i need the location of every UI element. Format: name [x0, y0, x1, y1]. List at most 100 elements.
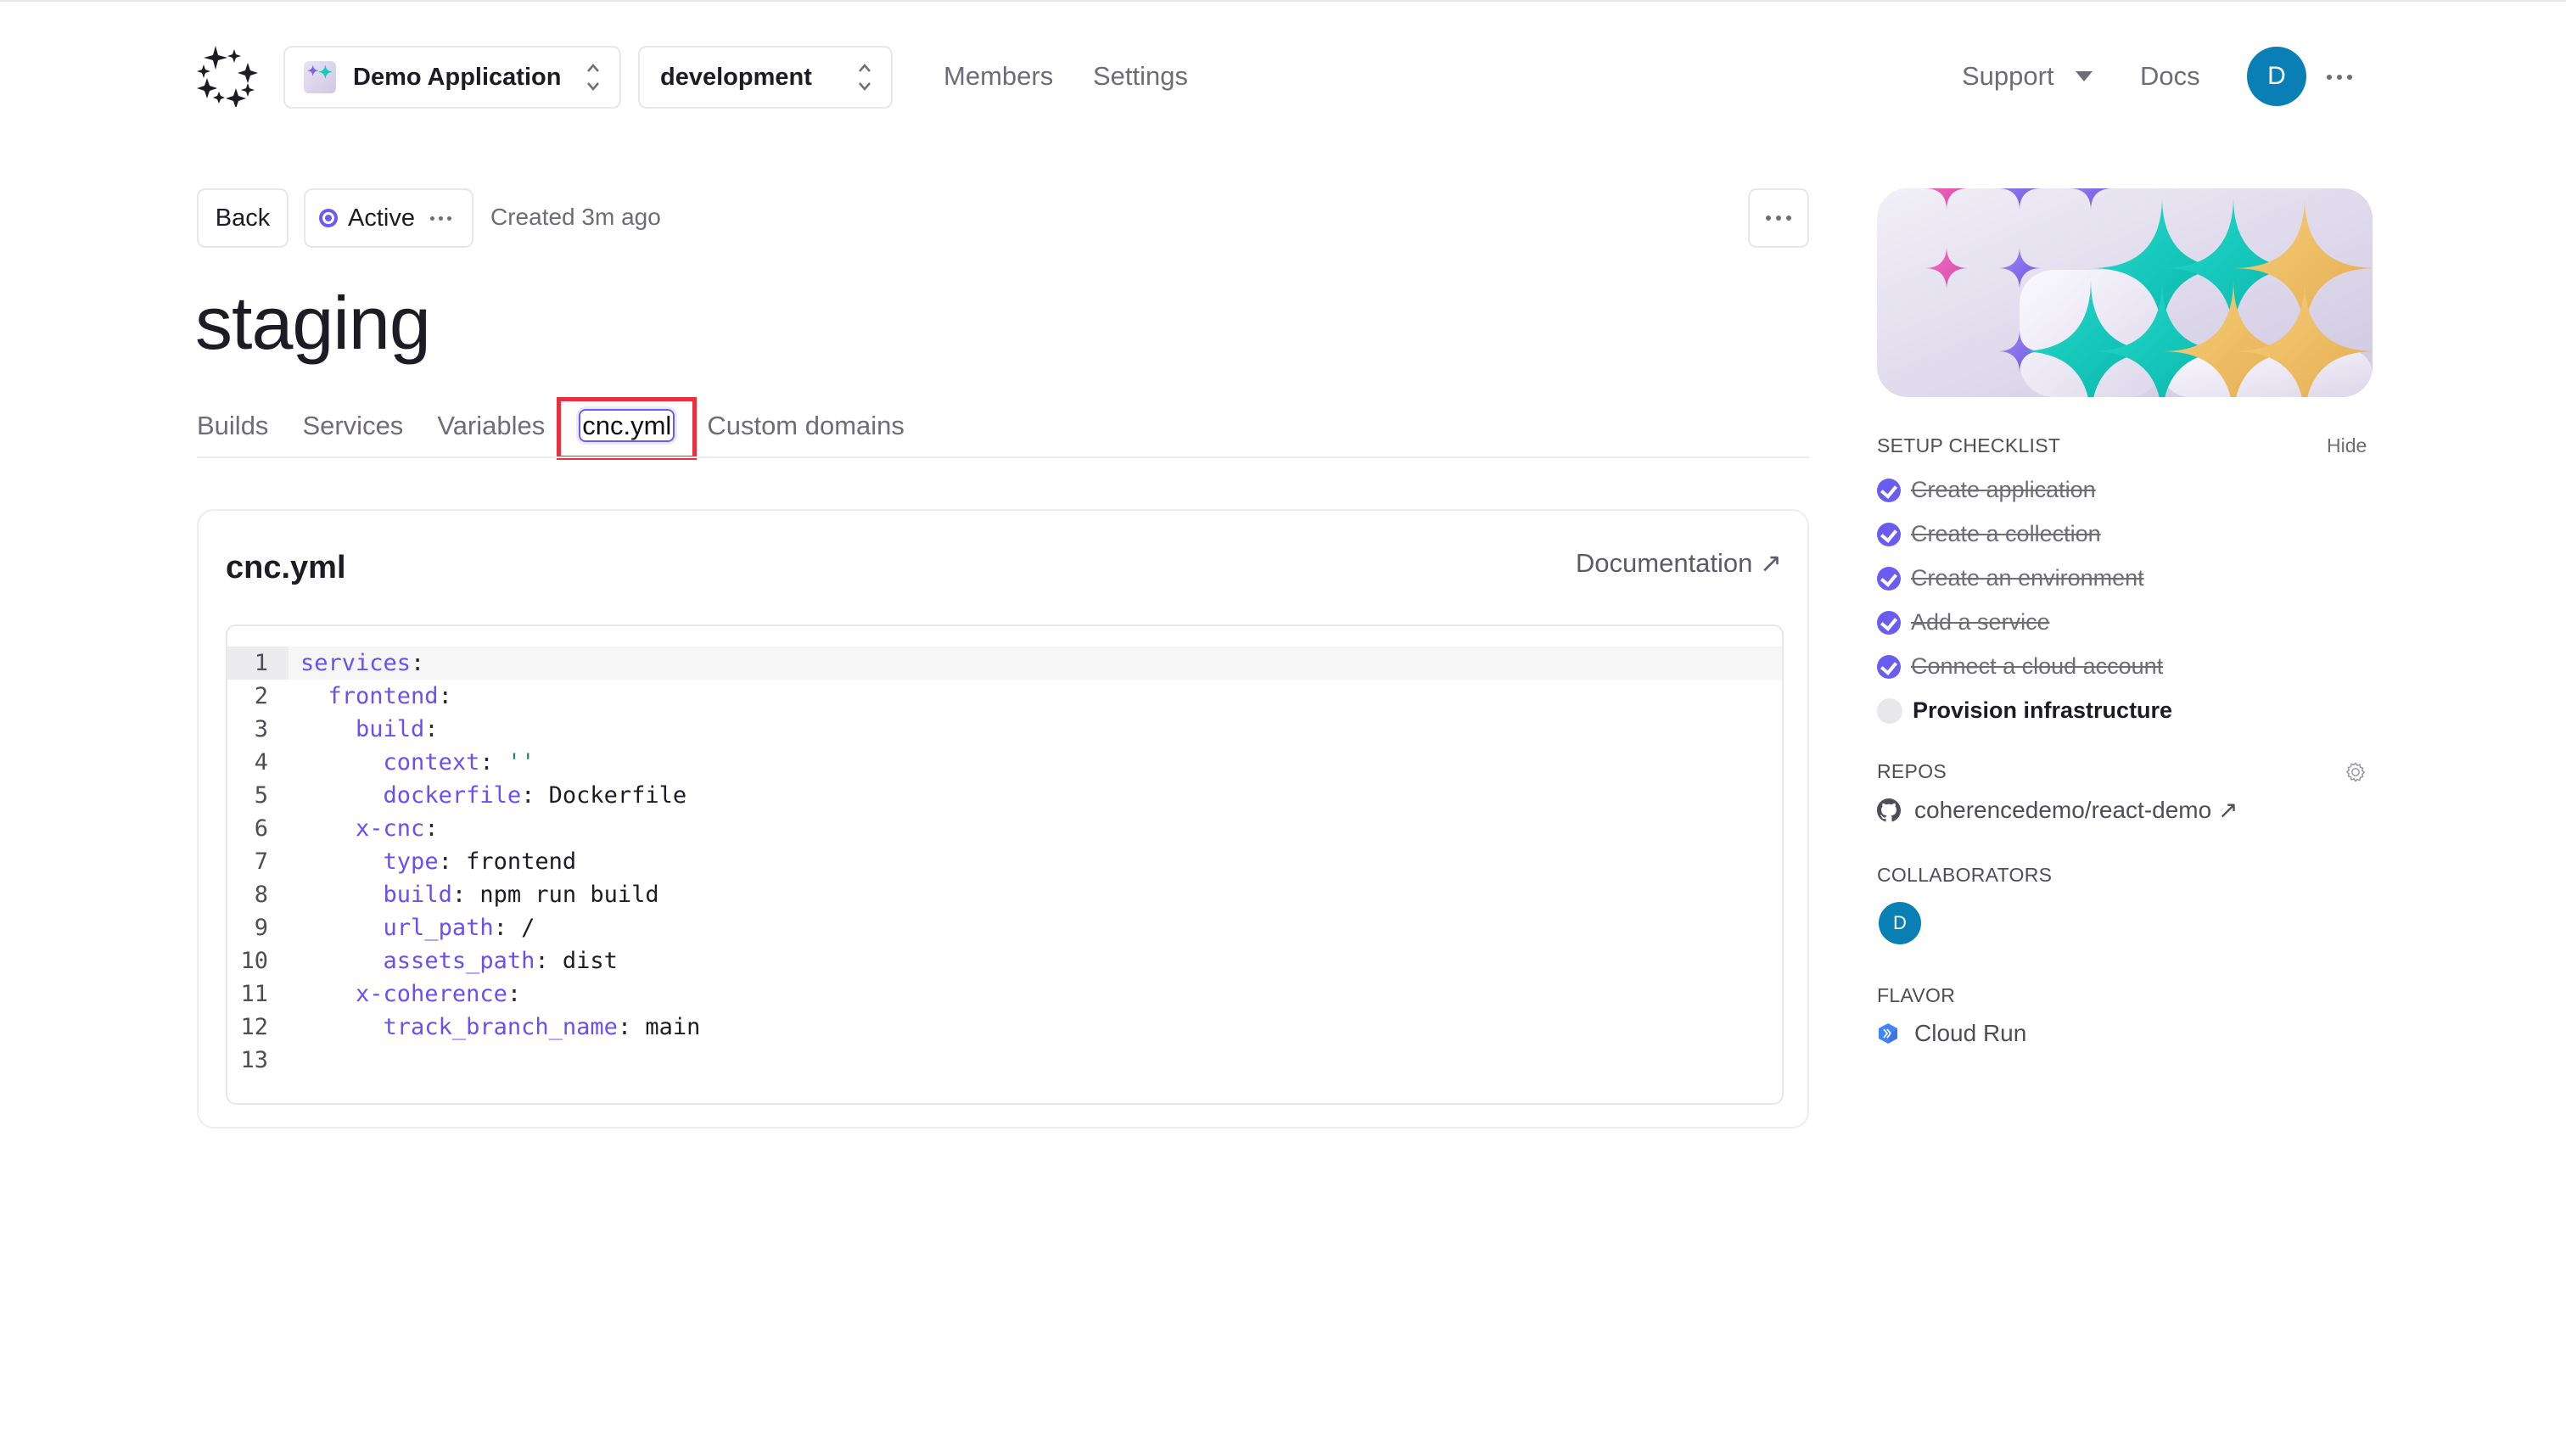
- settings-gear-icon[interactable]: [2344, 760, 2367, 784]
- chevron-up-down-icon: [587, 64, 599, 91]
- nav-members-link[interactable]: Members: [944, 61, 1053, 92]
- environment-tabs: Builds Services Variables cnc.yml Custom…: [197, 397, 938, 460]
- yaml-separator: :: [451, 882, 480, 908]
- collaborators-label: COLLABORATORS: [1877, 864, 2053, 886]
- environment-select-label: development: [660, 63, 812, 91]
- setup-checklist-label: SETUP CHECKLIST: [1877, 434, 2061, 456]
- code-text: build: npm run build: [289, 882, 659, 908]
- yaml-value: npm run build: [479, 882, 659, 908]
- line-number: 11: [240, 981, 268, 1007]
- yaml-separator: :: [521, 782, 549, 809]
- code-line[interactable]: 13: [227, 1044, 1782, 1077]
- documentation-link[interactable]: Documentation ↗: [1576, 548, 1782, 579]
- nav-settings-link[interactable]: Settings: [1093, 61, 1188, 92]
- yaml-separator: :: [424, 716, 439, 742]
- checklist-item[interactable]: Connect a cloud account: [1877, 653, 2163, 680]
- yaml-separator: :: [617, 1014, 646, 1040]
- support-menu-button[interactable]: Support: [1962, 61, 2054, 92]
- coherence-logo-icon[interactable]: [197, 44, 258, 107]
- yaml-separator: :: [493, 915, 522, 941]
- status-button[interactable]: Active: [304, 188, 473, 248]
- yaml-key: context: [383, 749, 480, 776]
- code-line[interactable]: 6 x-cnc:: [227, 812, 1782, 845]
- highlight-box: [557, 397, 698, 460]
- tab-custom-domains[interactable]: Custom domains: [707, 411, 905, 441]
- caret-down-icon[interactable]: [2076, 71, 2093, 81]
- code-line[interactable]: 4 context: '': [227, 746, 1782, 779]
- code-line[interactable]: 10 assets_path: dist: [227, 944, 1782, 977]
- code-text: dockerfile: Dockerfile: [289, 782, 687, 809]
- line-number: 5: [254, 782, 268, 809]
- code-line[interactable]: 9 url_path: /: [227, 911, 1782, 944]
- tab-variables[interactable]: Variables: [437, 411, 545, 441]
- github-icon: [1877, 798, 1901, 821]
- line-number: 12: [240, 1014, 268, 1040]
- yaml-key: x-cnc: [356, 815, 425, 842]
- code-line[interactable]: 8 build: npm run build: [227, 878, 1782, 911]
- checklist-item[interactable]: Create a collection: [1877, 521, 2101, 547]
- decorative-banner: [1877, 188, 2373, 397]
- checklist-item[interactable]: Add a service: [1877, 609, 2050, 636]
- environment-select[interactable]: development: [638, 46, 893, 109]
- line-number: 4: [254, 749, 268, 776]
- line-number: 2: [254, 683, 268, 709]
- tab-services[interactable]: Services: [302, 411, 403, 441]
- yaml-value: '': [507, 749, 535, 776]
- yaml-key: frontend: [328, 683, 439, 709]
- hide-checklist-link[interactable]: Hide: [2327, 434, 2367, 457]
- checklist-item-label: Create a collection: [1911, 521, 2101, 546]
- code-line[interactable]: 2 frontend:: [227, 680, 1782, 713]
- checklist-item-label: Create application: [1911, 477, 2096, 502]
- more-horizontal-icon: [1766, 216, 1791, 221]
- line-number: 9: [254, 915, 268, 941]
- line-number: 8: [254, 882, 268, 908]
- code-text: context: '': [289, 749, 535, 776]
- yaml-separator: :: [535, 948, 563, 974]
- user-avatar[interactable]: D: [2247, 47, 2306, 106]
- card-title: cnc.yml: [226, 550, 346, 585]
- code-line[interactable]: 5 dockerfile: Dockerfile: [227, 779, 1782, 812]
- code-editor[interactable]: 1 services: 2 frontend: 3 build: 4 context: …: [226, 624, 1784, 1105]
- yaml-separator: :: [507, 981, 522, 1007]
- tab-builds[interactable]: Builds: [197, 411, 268, 441]
- code-text: build:: [289, 716, 439, 742]
- repos-label: REPOS: [1877, 760, 1947, 782]
- more-menu-icon[interactable]: [2327, 75, 2352, 80]
- back-button[interactable]: Back: [197, 188, 289, 248]
- code-text: frontend:: [289, 683, 452, 709]
- checklist-item-label: Provision infrastructure: [1913, 697, 2173, 723]
- code-text: track_branch_name: main: [289, 1014, 701, 1040]
- checklist-item[interactable]: Create application: [1877, 477, 2096, 503]
- code-text: type: frontend: [289, 848, 577, 875]
- checklist-item[interactable]: Create an environment: [1877, 565, 2144, 591]
- application-select-label: Demo Application: [353, 63, 562, 91]
- code-line[interactable]: 11 x-coherence:: [227, 977, 1782, 1011]
- page-title: staging: [195, 281, 431, 365]
- line-number: 6: [254, 815, 268, 842]
- collaborator-avatar[interactable]: D: [1879, 902, 1921, 944]
- code-line[interactable]: 1 services:: [227, 647, 1782, 680]
- tab-cnc-yml[interactable]: cnc.yml: [557, 397, 698, 460]
- checklist-item[interactable]: Provision infrastructure: [1877, 697, 2172, 724]
- repo-link[interactable]: coherencedemo/react-demo ↗: [1877, 796, 2238, 824]
- code-line[interactable]: 12 track_branch_name: main: [227, 1011, 1782, 1044]
- sparkle-pattern-icon: [1877, 188, 2373, 397]
- code-line[interactable]: 7 type: frontend: [227, 845, 1782, 878]
- yaml-separator: :: [424, 815, 439, 842]
- application-select[interactable]: Demo Application: [283, 46, 621, 109]
- docs-link[interactable]: Docs: [2140, 61, 2200, 92]
- yaml-separator: :: [438, 683, 452, 709]
- code-line[interactable]: 3 build:: [227, 713, 1782, 746]
- cloud-run-icon: [1879, 1023, 1897, 1044]
- line-number: 13: [240, 1047, 268, 1073]
- code-text: assets_path: dist: [289, 948, 618, 974]
- status-more-icon[interactable]: [429, 216, 451, 221]
- environment-more-button[interactable]: [1748, 188, 1809, 248]
